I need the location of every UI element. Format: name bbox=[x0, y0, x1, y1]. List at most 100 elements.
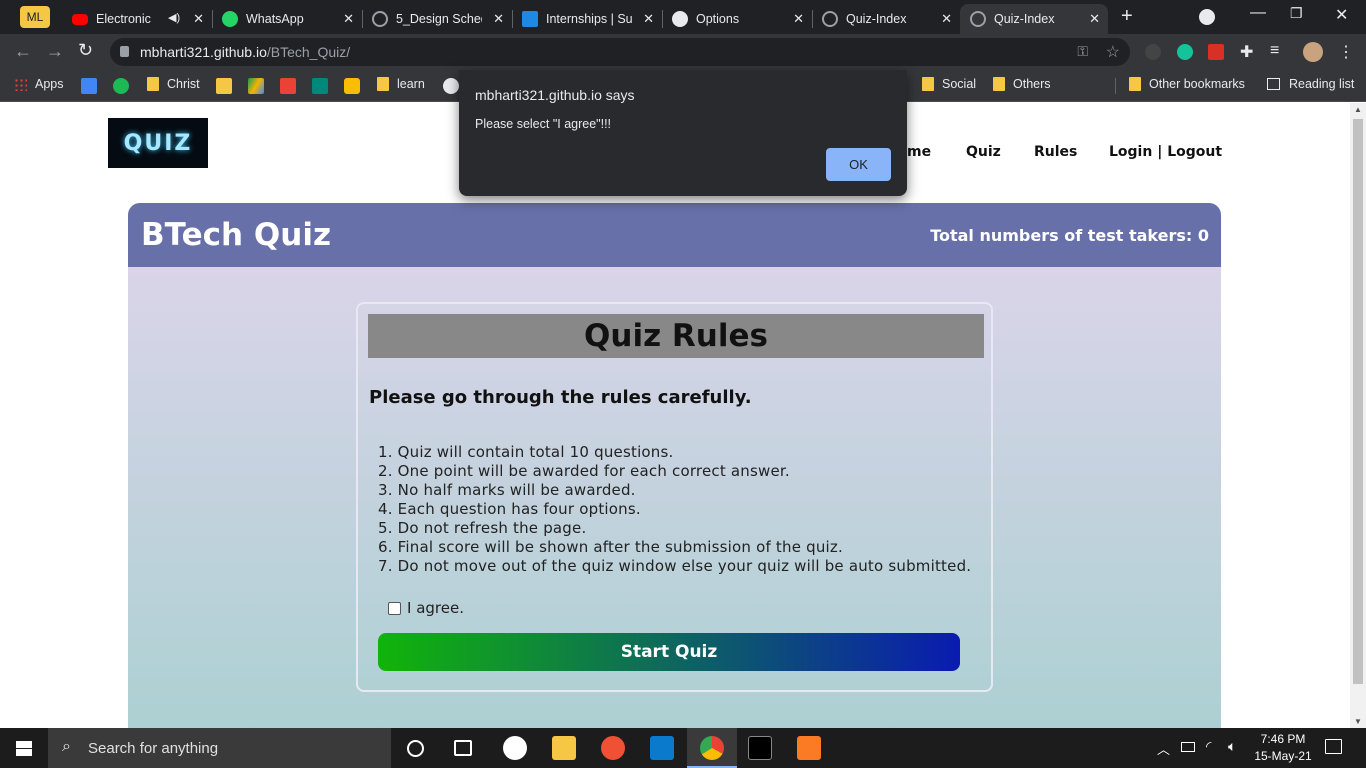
bookmark-label: Other bookmarks bbox=[1149, 77, 1245, 91]
close-tab-icon[interactable]: ✕ bbox=[941, 11, 952, 27]
file-explorer-icon[interactable] bbox=[552, 736, 576, 760]
gmail-icon[interactable] bbox=[280, 78, 296, 94]
minimize-icon[interactable]: — bbox=[1250, 4, 1266, 22]
keep-icon[interactable] bbox=[344, 78, 360, 94]
extension-spy-icon[interactable] bbox=[1145, 44, 1161, 60]
rule-item: 4. Each question has four options. bbox=[378, 500, 641, 518]
bookmark-reading-list[interactable]: Reading list bbox=[1267, 77, 1354, 91]
avatar[interactable] bbox=[1303, 42, 1323, 62]
scroll-down-icon[interactable]: ▼ bbox=[1354, 717, 1362, 726]
xampp-icon[interactable] bbox=[797, 736, 821, 760]
chrome-icon bbox=[700, 736, 724, 760]
browser-toolbar: ← → ↻ mbharti321.github.io/BTech_Quiz/ ⚿… bbox=[0, 34, 1366, 70]
folder-icon bbox=[1129, 77, 1141, 91]
tab-youtube[interactable]: Electronic B ◀) ✕ bbox=[62, 4, 212, 34]
taskbar-search[interactable]: ⌕ Search for anything bbox=[48, 728, 391, 768]
classroom-icon[interactable] bbox=[216, 78, 232, 94]
nav-home[interactable]: me bbox=[907, 144, 931, 160]
start-quiz-button[interactable]: Start Quiz bbox=[378, 633, 960, 671]
rule-item: 7. Do not move out of the quiz window el… bbox=[378, 557, 972, 575]
alert-dialog: mbharti321.github.io says Please select … bbox=[459, 70, 907, 196]
wifi-icon[interactable]: ◜ bbox=[1206, 738, 1211, 755]
media-control-icon[interactable]: ≡ bbox=[1270, 42, 1279, 60]
clock-date: 15-May-21 bbox=[1254, 749, 1312, 763]
task-view-icon[interactable] bbox=[454, 740, 472, 756]
tab-design-schedule[interactable]: 5_Design Sched ✕ bbox=[362, 4, 512, 34]
site-logo[interactable]: QUIZ bbox=[108, 118, 208, 168]
close-tab-icon[interactable]: ✕ bbox=[493, 11, 504, 27]
page-title: BTech Quiz bbox=[141, 217, 332, 253]
bookmark-social[interactable]: Social bbox=[922, 77, 976, 91]
windows-start-icon[interactable] bbox=[16, 741, 32, 756]
intellij-icon[interactable] bbox=[748, 736, 772, 760]
reading-list-icon bbox=[1267, 78, 1280, 90]
ok-button[interactable]: OK bbox=[826, 148, 891, 181]
bookmark-star-icon[interactable]: ☆ bbox=[1106, 42, 1120, 62]
tab-options[interactable]: Options ✕ bbox=[662, 4, 812, 34]
back-icon[interactable]: ← bbox=[14, 41, 32, 62]
github-icon bbox=[672, 11, 688, 27]
tab-title: Options bbox=[696, 12, 740, 26]
scrollbar-thumb[interactable] bbox=[1353, 119, 1363, 684]
github-icon[interactable] bbox=[443, 78, 459, 94]
git-icon[interactable] bbox=[601, 736, 625, 760]
tray-chevron-icon[interactable]: ︿ bbox=[1157, 739, 1170, 758]
close-tab-icon[interactable]: ✕ bbox=[193, 11, 204, 27]
meet-icon[interactable] bbox=[312, 78, 328, 94]
rule-item: 5. Do not refresh the page. bbox=[378, 519, 587, 537]
system-clock[interactable]: 7:46 PM 15-May-21 bbox=[1252, 731, 1314, 765]
grammarly-icon[interactable] bbox=[1177, 44, 1193, 60]
forward-icon[interactable]: → bbox=[46, 41, 64, 62]
drive-icon[interactable] bbox=[248, 78, 264, 94]
bookmark-other-bookmarks[interactable]: Other bookmarks bbox=[1129, 77, 1245, 91]
close-tab-icon[interactable]: ✕ bbox=[1089, 11, 1100, 27]
tab-title: Quiz-Index bbox=[994, 12, 1055, 26]
agree-checkbox[interactable] bbox=[388, 601, 401, 615]
battery-icon[interactable] bbox=[1181, 742, 1195, 752]
translate-icon[interactable] bbox=[81, 78, 97, 94]
nav-login-logout[interactable]: Login | Logout bbox=[1109, 144, 1222, 160]
close-tab-icon[interactable]: ✕ bbox=[643, 11, 654, 27]
new-tab-icon[interactable]: + bbox=[1121, 5, 1133, 28]
extension-red-icon[interactable] bbox=[1208, 44, 1224, 60]
restore-icon[interactable]: ❐ bbox=[1290, 5, 1303, 22]
spotify-icon[interactable] bbox=[113, 78, 129, 94]
bookmark-others[interactable]: Others bbox=[993, 77, 1051, 91]
tab-title: Internships | Su bbox=[546, 12, 632, 26]
address-bar[interactable]: mbharti321.github.io/BTech_Quiz/ ⚿ ☆ bbox=[110, 38, 1130, 66]
page-scrollbar[interactable]: ▲ ▼ bbox=[1350, 103, 1366, 728]
profile-badge[interactable]: ML bbox=[20, 6, 50, 28]
word-icon[interactable] bbox=[503, 736, 527, 760]
globe-icon bbox=[822, 11, 838, 27]
reload-icon[interactable]: ↻ bbox=[78, 40, 93, 61]
bookmark-label: Apps bbox=[35, 77, 64, 91]
bookmark-learn[interactable]: learn bbox=[377, 77, 425, 91]
tab-quiz-index-active[interactable]: Quiz-Index ✕ bbox=[960, 4, 1108, 34]
close-tab-icon[interactable]: ✕ bbox=[343, 11, 354, 27]
tab-whatsapp[interactable]: WhatsApp ✕ bbox=[212, 4, 362, 34]
volume-icon[interactable]: 🔈︎ bbox=[1228, 738, 1236, 755]
agree-checkbox-row[interactable]: I agree. bbox=[388, 599, 464, 617]
extensions-icon[interactable]: ✚ bbox=[1240, 42, 1253, 62]
dialog-title: mbharti321.github.io says bbox=[475, 87, 635, 103]
scroll-up-icon[interactable]: ▲ bbox=[1354, 105, 1362, 114]
tab-internships[interactable]: Internships | Su ✕ bbox=[512, 4, 662, 34]
window-close-icon[interactable]: ✕ bbox=[1335, 5, 1348, 25]
vscode-icon[interactable] bbox=[650, 736, 674, 760]
tab-search-icon[interactable] bbox=[1199, 9, 1215, 25]
notifications-icon[interactable] bbox=[1325, 739, 1342, 754]
nav-rules[interactable]: Rules bbox=[1034, 144, 1077, 160]
bookmark-apps[interactable]: Apps bbox=[14, 77, 64, 91]
key-icon[interactable]: ⚿ bbox=[1077, 43, 1088, 60]
tab-quiz-index[interactable]: Quiz-Index ✕ bbox=[812, 4, 960, 34]
menu-kebab-icon[interactable]: ⋮ bbox=[1338, 42, 1354, 62]
nav-quiz[interactable]: Quiz bbox=[966, 144, 1001, 160]
folder-icon bbox=[922, 77, 934, 91]
chrome-taskbar-active[interactable] bbox=[687, 728, 737, 768]
close-tab-icon[interactable]: ✕ bbox=[793, 11, 804, 27]
tab-title: WhatsApp bbox=[246, 12, 304, 26]
cortana-icon[interactable] bbox=[407, 740, 424, 757]
tab-title: 5_Design Sched bbox=[396, 12, 482, 26]
speaker-icon[interactable]: ◀) bbox=[168, 11, 180, 24]
bookmark-christ[interactable]: Christ bbox=[147, 77, 200, 91]
